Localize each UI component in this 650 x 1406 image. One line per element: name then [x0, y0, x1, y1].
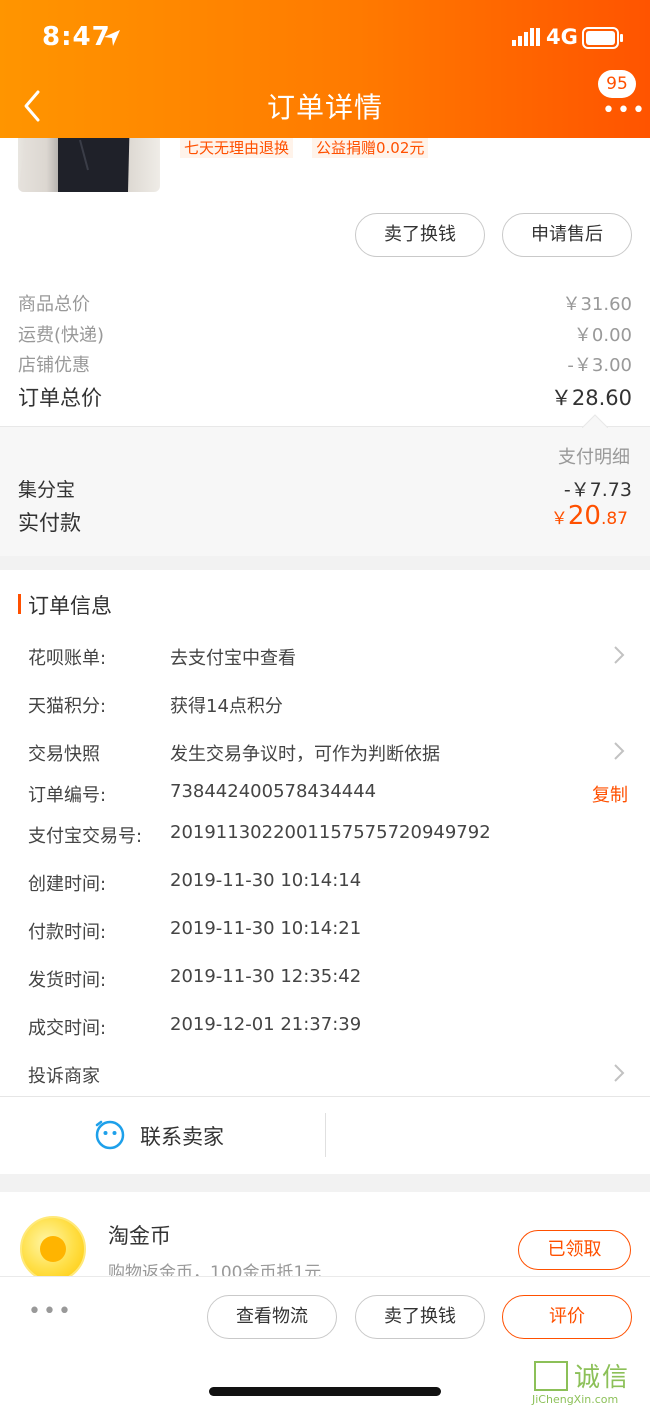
nav-bar: 订单详情 95 •••	[0, 70, 650, 138]
review-button[interactable]: 评价	[502, 1295, 632, 1339]
sell-for-cash-button[interactable]: 卖了换钱	[355, 213, 485, 257]
actual-paid-label: 实付款	[18, 511, 81, 535]
order-total-value: ￥28.60	[550, 386, 632, 410]
info-value: 2019113022001157575720949792	[170, 822, 491, 843]
message-badge: 95	[598, 70, 636, 98]
actual-paid-row: 实付款 ￥20.87	[18, 501, 632, 537]
coins-claimed-button[interactable]: 已领取	[518, 1230, 631, 1270]
donation-tag: 公益捐赠0.02元	[312, 138, 429, 158]
info-value: 2019-12-01 21:37:39	[170, 1014, 362, 1035]
info-value: 去支付宝中查看	[170, 648, 296, 669]
order-total-row: 订单总价 ￥28.60	[18, 382, 632, 412]
chevron-right-icon	[614, 1064, 625, 1082]
price-label: 运费(快递)	[18, 325, 105, 346]
info-label: 发货时间:	[28, 970, 107, 991]
after-sale-button[interactable]: 申请售后	[502, 213, 632, 257]
copy-button[interactable]: 复制	[592, 781, 628, 807]
coins-title: 淘金币	[108, 1224, 171, 1248]
price-row-goods: 商品总价 ￥31.60	[18, 290, 632, 316]
price-label: 店铺优惠	[18, 355, 90, 376]
info-value: 738442400578434444	[170, 781, 377, 802]
location-arrow-icon	[104, 30, 120, 46]
more-actions-icon[interactable]: •••	[28, 1299, 73, 1324]
contact-seller-button[interactable]: 联系卖家	[80, 1097, 280, 1175]
chevron-right-icon	[614, 646, 625, 664]
info-label: 花呗账单:	[28, 648, 107, 669]
gold-coin-icon	[20, 1216, 86, 1276]
signal-icon	[512, 28, 540, 46]
network-type: 4G	[546, 25, 578, 49]
chat-smile-icon	[95, 1120, 125, 1150]
watermark-logo-icon	[534, 1361, 568, 1391]
more-dots-icon: •••	[602, 98, 647, 123]
amount-integer: 20	[567, 501, 601, 531]
complain-seller-label: 投诉商家	[28, 1066, 100, 1087]
points-row: 集分宝 -￥7.73	[18, 475, 632, 502]
info-value: 2019-11-30 12:35:42	[170, 966, 362, 987]
price-value: ￥31.60	[562, 294, 632, 315]
status-time: 8:47	[42, 22, 111, 52]
coins-description: 购物返金币，100金币抵1元	[108, 1263, 322, 1276]
info-value: 获得14点积分	[170, 696, 283, 717]
app-header: 8:47 4G 订单详情 95 •••	[0, 0, 650, 138]
order-total-label: 订单总价	[18, 386, 102, 410]
contact-seller-bar: 联系卖家	[0, 1096, 650, 1174]
info-value: 2019-11-30 10:14:14	[170, 870, 362, 891]
battery-icon	[582, 27, 623, 49]
order-info-panel: 订单信息 花呗账单: 去支付宝中查看 天猫积分: 获得14点积分 交易快照 发生…	[0, 570, 650, 1174]
coins-panel: 淘金币 购物返金币，100金币抵1元 已领取	[0, 1192, 650, 1276]
price-value: ￥0.00	[573, 325, 632, 346]
divider	[325, 1113, 326, 1157]
points-value: -￥7.73	[563, 479, 632, 501]
contact-seller-label: 联系卖家	[140, 1125, 224, 1149]
price-label: 商品总价	[18, 294, 90, 315]
page-title: 订单详情	[266, 91, 383, 124]
watermark-url: JiChengXin.com	[532, 1393, 619, 1406]
info-label: 成交时间:	[28, 1018, 107, 1039]
coin-inner	[40, 1236, 66, 1262]
price-value: -￥3.00	[567, 355, 632, 376]
bottom-action-bar: ••• 查看物流 卖了换钱 评价 诚信 JiChengXin.com	[0, 1276, 650, 1406]
points-label: 集分宝	[18, 479, 76, 501]
info-label: 订单编号:	[28, 785, 107, 806]
section-accent-bar	[18, 594, 21, 614]
site-watermark: 诚信 JiChengXin.com	[532, 1357, 650, 1406]
home-indicator[interactable]	[209, 1387, 441, 1396]
info-value: 发生交易争议时，可作为判断依据	[170, 744, 440, 765]
info-label: 交易快照	[28, 744, 100, 765]
chevron-right-icon	[614, 742, 625, 760]
section-title: 订单信息	[28, 594, 112, 618]
info-label: 付款时间:	[28, 922, 107, 943]
currency-symbol: ￥	[550, 509, 568, 529]
sell-for-cash-bottom-button[interactable]: 卖了换钱	[355, 1295, 485, 1339]
more-menu-button[interactable]: 95 •••	[598, 70, 645, 128]
price-row-discount: 店铺优惠 -￥3.00	[18, 351, 632, 377]
info-label: 天猫积分:	[28, 696, 107, 717]
status-bar: 8:47 4G	[0, 0, 650, 78]
info-label: 创建时间:	[28, 874, 107, 895]
payment-detail-box: 支付明细 集分宝 -￥7.73 实付款 ￥20.87	[0, 414, 650, 556]
actual-paid-value: ￥20.87	[551, 501, 628, 531]
caret-up-icon	[582, 414, 608, 428]
service-tag: 七天无理由退换	[180, 138, 294, 158]
payment-detail-link[interactable]: 支付明细	[558, 443, 630, 469]
view-logistics-button[interactable]: 查看物流	[207, 1295, 337, 1339]
watermark-text: 诚信	[574, 1363, 631, 1393]
info-value: 2019-11-30 10:14:21	[170, 918, 362, 939]
info-label: 支付宝交易号:	[28, 826, 143, 847]
price-row-shipping: 运费(快递) ￥0.00	[18, 321, 632, 347]
amount-decimal: .87	[600, 509, 628, 529]
